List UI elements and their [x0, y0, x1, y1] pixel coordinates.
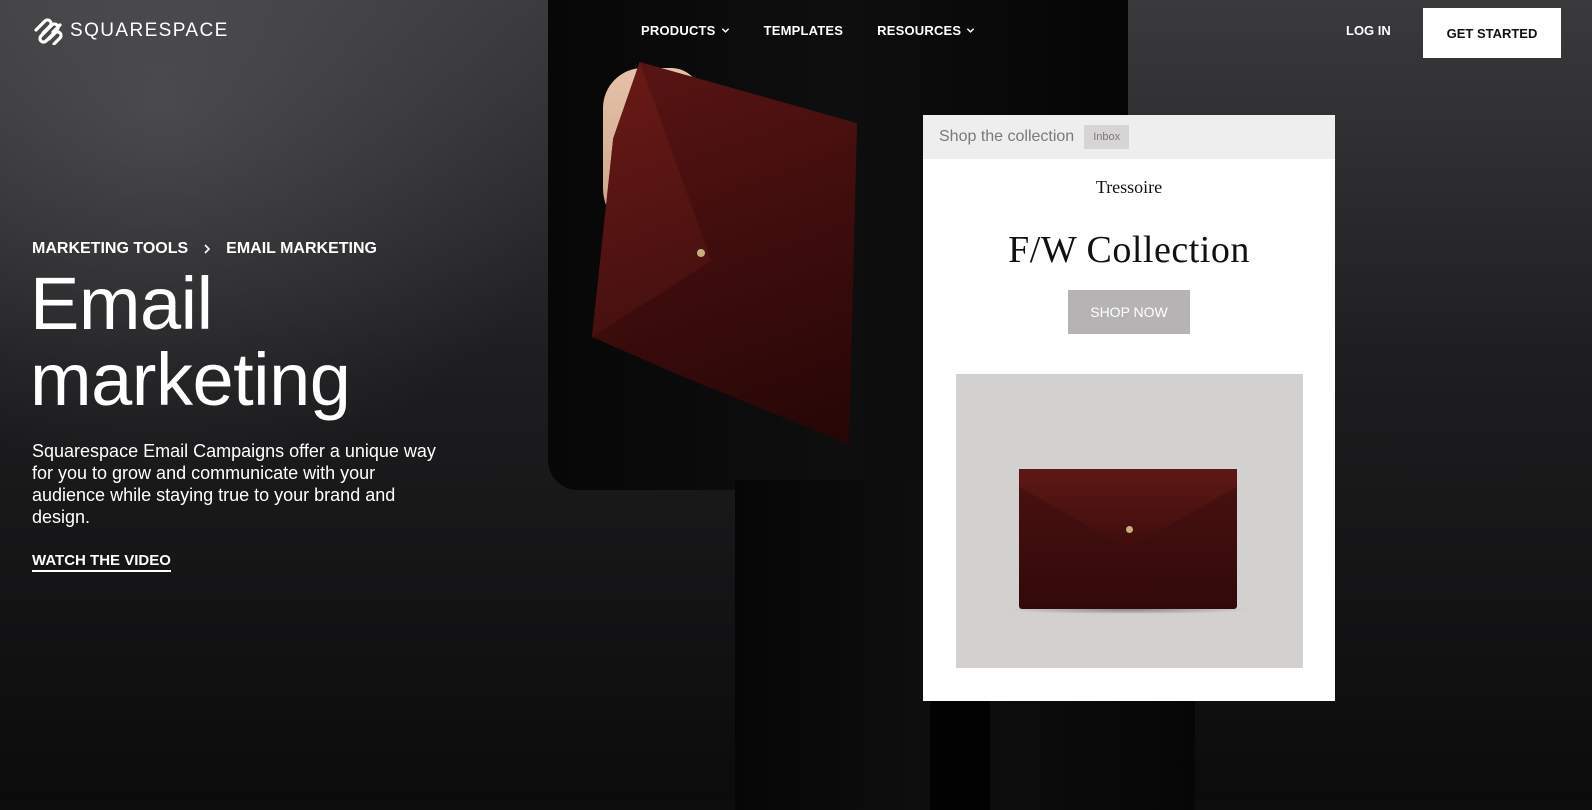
nav-resources-label: RESOURCES: [877, 23, 962, 38]
chevron-right-icon: [204, 244, 211, 254]
breadcrumb-email-marketing[interactable]: EMAIL MARKETING: [226, 240, 377, 258]
email-preview-header: Shop the collection Inbox: [923, 115, 1335, 159]
logo-link[interactable]: SQUARESPACE: [32, 17, 229, 45]
nav-templates[interactable]: TEMPLATES: [764, 23, 844, 38]
chevron-down-icon: [967, 28, 975, 33]
page-title-line-1: Email: [30, 262, 213, 345]
nav-products-label: PRODUCTS: [641, 23, 716, 38]
logo-text: SQUARESPACE: [70, 20, 229, 41]
held-clutch-snap: [697, 249, 705, 257]
email-preview-card: Shop the collection Inbox Tressoire F/W …: [923, 115, 1335, 701]
page-title: Email marketing: [30, 266, 351, 421]
get-started-button[interactable]: GET STARTED: [1423, 8, 1561, 58]
product-clutch-snap: [1126, 526, 1133, 533]
breadcrumb-marketing-tools[interactable]: MARKETING TOOLS: [32, 240, 188, 258]
email-subject: Shop the collection: [939, 128, 1075, 145]
page-title-line-2: marketing: [30, 338, 351, 421]
breadcrumb: MARKETING TOOLS EMAIL MARKETING: [32, 240, 377, 258]
product-image: [956, 374, 1303, 668]
nav-templates-label: TEMPLATES: [763, 23, 844, 38]
squarespace-logo-icon: [34, 18, 63, 45]
top-navigation: SQUARESPACE PRODUCTS TEMPLATES RESOURCES…: [0, 0, 1592, 64]
nav-products[interactable]: PRODUCTS: [641, 23, 730, 38]
primary-nav: PRODUCTS TEMPLATES RESOURCES: [641, 23, 975, 38]
inbox-tag: Inbox: [1084, 125, 1130, 149]
email-headline: F/W Collection: [1008, 229, 1250, 271]
shop-now-button: SHOP NOW: [1068, 290, 1190, 334]
nav-resources[interactable]: RESOURCES: [877, 23, 975, 38]
email-brand-name: Tressoire: [1095, 177, 1163, 197]
login-link[interactable]: LOG IN: [1346, 23, 1391, 38]
chevron-down-icon: [721, 28, 729, 33]
watch-video-link[interactable]: WATCH THE VIDEO: [32, 552, 171, 572]
hero-description: Squarespace Email Campaigns offer a uniq…: [32, 441, 436, 527]
